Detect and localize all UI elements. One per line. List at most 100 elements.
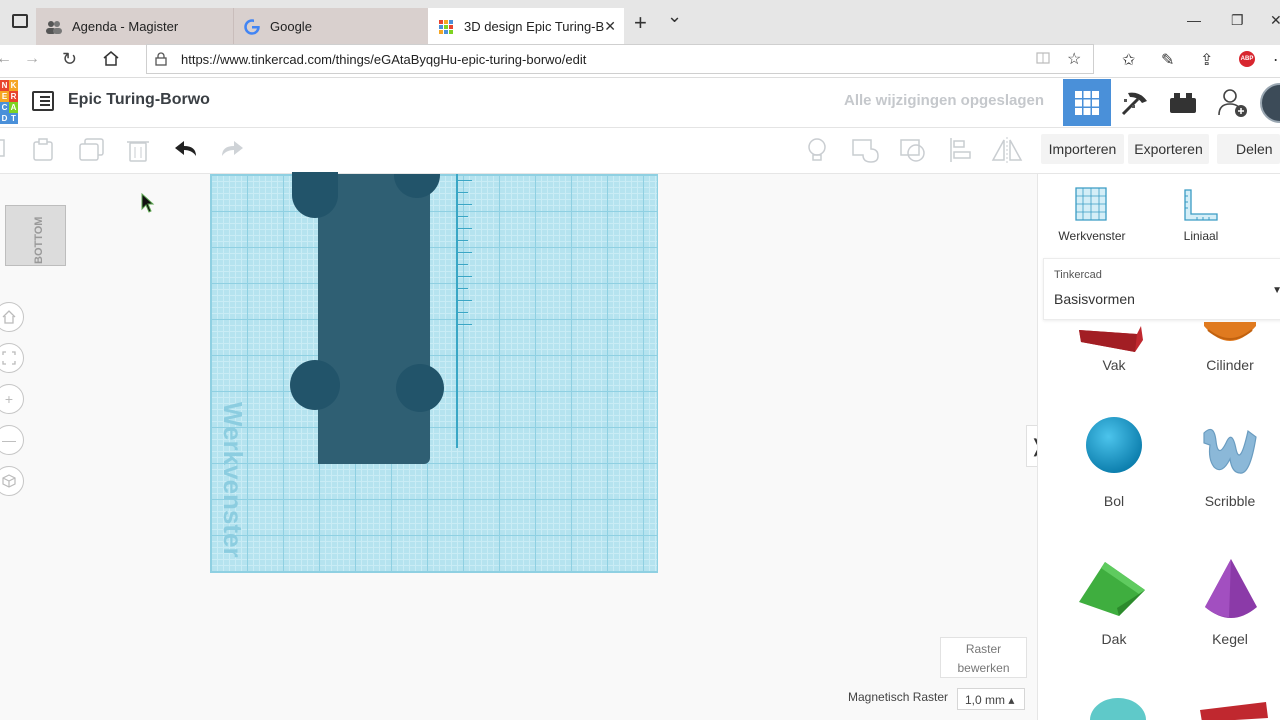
tab-list-icon[interactable] (12, 14, 28, 28)
view-cube[interactable]: BOTTOM (5, 205, 66, 266)
caret-down-icon: ▼ (1272, 285, 1280, 296)
minimize-button[interactable]: — (1187, 12, 1201, 28)
view-cube-face: BOTTOM (33, 217, 45, 264)
shape-cylinder[interactable]: Cilinder (1190, 322, 1270, 382)
torus-shape-icon (1090, 698, 1146, 720)
scribble-shape-icon (1203, 428, 1257, 474)
cylinder-shape-icon (1204, 322, 1256, 341)
tab-agenda-magister[interactable]: Agenda - Magister (36, 8, 233, 45)
refresh-icon[interactable]: ↻ (62, 49, 77, 70)
shape-cone[interactable]: Kegel (1190, 555, 1270, 655)
tinkercad-logo[interactable]: N K E R C A D T (0, 80, 18, 124)
group-icon[interactable] (851, 137, 881, 168)
shape-label: Cilinder (1206, 357, 1254, 373)
logo-letter: D (0, 113, 9, 124)
bricks-view-button[interactable] (1159, 79, 1207, 126)
plus-icon: + (4, 391, 14, 407)
reading-view-icon[interactable] (1036, 51, 1050, 70)
favorite-star-icon[interactable]: ☆ (1067, 49, 1081, 69)
new-tab-button[interactable]: + (634, 10, 647, 36)
forward-arrow-icon[interactable]: → (24, 50, 40, 68)
close-tab-icon[interactable]: ✕ (604, 18, 616, 35)
align-icon[interactable] (949, 137, 973, 168)
fit-view-icon (2, 351, 16, 365)
copy-icon[interactable] (0, 138, 6, 164)
grid-icon (1075, 90, 1099, 115)
brick-icon (1170, 92, 1196, 113)
snap-grid-select[interactable]: 1,0 mm ▴ (957, 688, 1025, 710)
wheel-object[interactable] (396, 364, 444, 412)
shape-roof[interactable]: Dak (1074, 555, 1154, 655)
add-user-icon (1218, 88, 1247, 117)
minus-icon: — (2, 432, 16, 448)
logo-letter: K (9, 80, 18, 91)
shape-partial-text[interactable] (1198, 700, 1270, 720)
pen-notes-icon[interactable]: ✎ (1161, 50, 1174, 70)
logo-letter: A (9, 102, 18, 113)
ruler-icon (1184, 189, 1218, 221)
shape-category-select[interactable]: Tinkercad Basisvormen ▼ (1043, 258, 1280, 320)
more-icon[interactable]: ⋯ (1273, 50, 1280, 70)
mirror-icon[interactable] (991, 137, 1023, 168)
ruler-tool[interactable]: Liniaal (1166, 186, 1236, 246)
ungroup-icon[interactable] (899, 137, 929, 168)
edit-grid-button[interactable]: Raster bewerken (940, 637, 1027, 678)
tab-tinkercad[interactable]: 3D design Epic Turing-B ✕ (428, 8, 624, 45)
duplicate-icon[interactable] (79, 138, 105, 168)
tab-google[interactable]: Google (233, 8, 428, 45)
cube-icon (2, 474, 16, 488)
logo-letter: T (9, 113, 18, 124)
favorites-hub-icon[interactable]: ✩ (1122, 50, 1135, 70)
cone-shape-icon (1205, 559, 1257, 618)
wheel-object[interactable] (290, 360, 340, 410)
shape-label: Scribble (1204, 493, 1256, 509)
add-user-button[interactable] (1209, 79, 1257, 126)
3d-design-view-button[interactable] (1063, 79, 1111, 126)
shape-label: Vak (1102, 357, 1126, 373)
view-cube-label: BOTTOM (33, 217, 45, 264)
tab-label: Agenda - Magister (72, 19, 179, 34)
shape-scribble[interactable]: Scribble (1190, 415, 1270, 515)
shape-sphere[interactable]: Bol (1074, 415, 1154, 515)
minecraft-view-button[interactable] (1111, 79, 1159, 126)
workplane-text: Werkvenster (218, 402, 248, 558)
design-title[interactable]: Epic Turing-Borwo (68, 91, 210, 109)
url-field[interactable]: https://www.tinkercad.com/things/eGAtaBy… (146, 44, 1094, 74)
redo-icon[interactable] (220, 140, 244, 163)
logo-letter: C (0, 102, 9, 113)
sphere-shape-icon (1086, 417, 1142, 473)
logo-letter: E (0, 91, 9, 102)
undo-icon[interactable] (174, 140, 198, 163)
share-icon[interactable]: ⇪ (1200, 50, 1213, 70)
maximize-button[interactable]: ❐ (1231, 12, 1244, 29)
tab-label: 3D design Epic Turing-B (464, 19, 605, 34)
shape-label: Bol (1103, 493, 1125, 509)
google-icon (244, 18, 260, 35)
workplane-tool[interactable]: Werkvenster (1057, 186, 1127, 246)
back-arrow-icon[interactable]: ← (0, 50, 12, 68)
shape-label: Kegel (1212, 631, 1248, 647)
home-icon (2, 310, 16, 324)
delete-icon[interactable] (127, 138, 149, 168)
designs-list-icon[interactable] (32, 91, 54, 111)
tinkercad-icon (438, 19, 454, 35)
workplane-icon (1075, 187, 1107, 221)
paste-icon[interactable] (32, 138, 54, 168)
shape-box[interactable]: Vak (1074, 322, 1154, 382)
adblock-icon[interactable]: ABP (1239, 51, 1255, 67)
import-button[interactable]: Importeren (1041, 134, 1124, 164)
wheel-object[interactable] (292, 172, 338, 218)
ruler-scale (456, 174, 476, 448)
home-icon[interactable] (103, 51, 119, 71)
tool-label: Werkvenster (1058, 229, 1126, 243)
text-shape-icon (1200, 702, 1268, 720)
car-body-object[interactable] (318, 174, 430, 464)
share-button[interactable]: Delen (1217, 134, 1280, 164)
shape-partial-torus[interactable] (1088, 694, 1148, 720)
close-window-button[interactable]: ✕ (1270, 12, 1280, 29)
show-hidden-light-icon[interactable] (806, 137, 828, 168)
tab-dropdown-button[interactable]: ⌄ (667, 6, 682, 27)
export-button[interactable]: Exporteren (1128, 134, 1209, 164)
url-text: https://www.tinkercad.com/things/eGAtaBy… (181, 52, 587, 67)
roof-shape-icon (1079, 562, 1145, 616)
